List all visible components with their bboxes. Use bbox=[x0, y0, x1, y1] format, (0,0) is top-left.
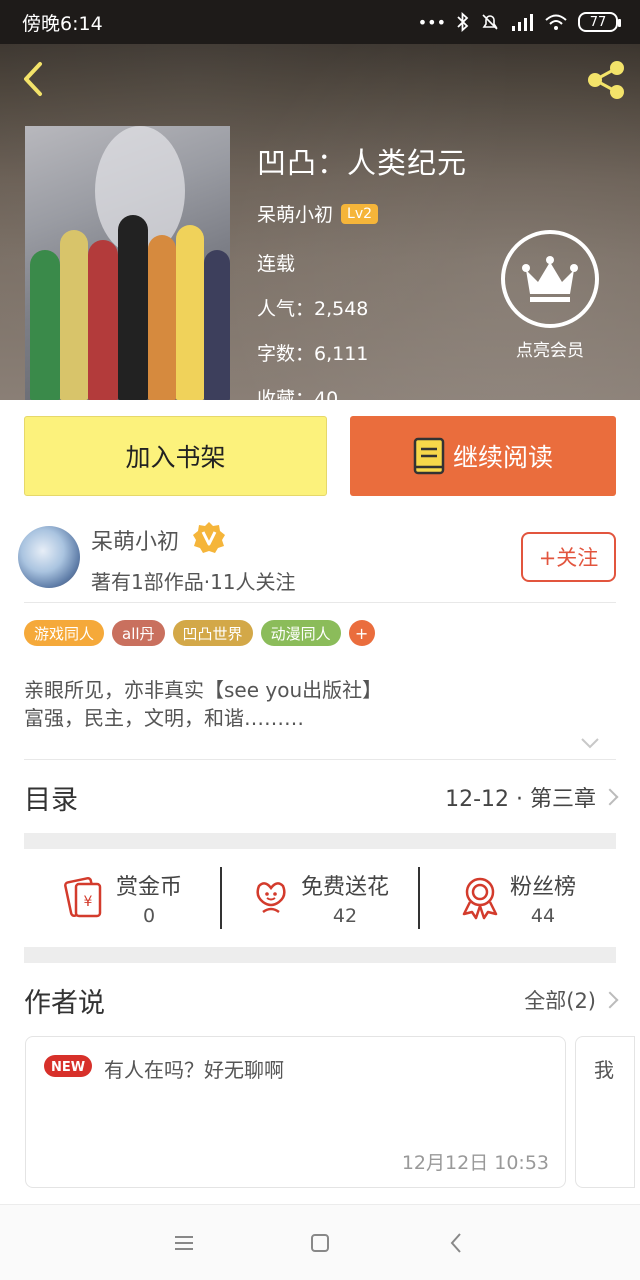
stat-label: 粉丝榜 bbox=[509, 875, 576, 900]
stat-value: 44 bbox=[530, 905, 556, 927]
book-info: 凹凸：人类纪元 呆萌小初 Lv2 连载 人气：2,548 字数：6,111 收藏… bbox=[257, 140, 467, 429]
book-popularity: 人气：2,548 bbox=[257, 298, 369, 320]
cover-art-figure bbox=[118, 215, 148, 400]
continue-reading-label: 继续阅读 bbox=[452, 443, 553, 472]
new-badge-text: NEW bbox=[51, 1060, 85, 1075]
medal-icon bbox=[462, 877, 498, 920]
chevron-down-icon bbox=[581, 738, 599, 749]
share-icon bbox=[588, 61, 624, 99]
home-button[interactable] bbox=[307, 1230, 333, 1256]
chevron-right-icon bbox=[601, 788, 619, 806]
mute-bell-icon bbox=[482, 14, 498, 30]
author-post-card[interactable]: 我 bbox=[575, 1036, 635, 1188]
divider bbox=[24, 602, 616, 603]
cover-art-figure bbox=[204, 250, 230, 400]
book-author[interactable]: 呆萌小初 bbox=[257, 200, 333, 227]
stat-value: 0 bbox=[142, 905, 156, 927]
free-flower-button[interactable]: 免费送花 42 bbox=[222, 850, 418, 946]
tag-item[interactable]: 游戏同人 bbox=[24, 620, 105, 646]
book-status: 连载 bbox=[257, 253, 296, 275]
expand-description-button[interactable] bbox=[578, 733, 602, 753]
view-all-label: 全部(2) bbox=[524, 989, 596, 1013]
catalog-row[interactable]: 目录 12-12 · 第三章 bbox=[24, 760, 619, 834]
battery-indicator: 77 bbox=[578, 12, 621, 32]
stat-label: 免费送花 bbox=[300, 875, 389, 900]
chevron-left-icon bbox=[24, 62, 42, 96]
book-author-row: 呆萌小初 Lv2 bbox=[257, 200, 467, 227]
red-envelope-icon: ¥ bbox=[64, 876, 102, 918]
section-separator bbox=[24, 947, 616, 963]
menu-button[interactable] bbox=[171, 1230, 197, 1256]
crown-icon bbox=[522, 256, 578, 302]
description-line: 亲眼所见，亦非真实【see you出版社】 bbox=[24, 678, 383, 702]
reward-coins-button[interactable]: ¥ 赏金币 0 bbox=[24, 850, 220, 946]
status-icons: ••• 77 bbox=[417, 12, 621, 32]
home-square-icon bbox=[311, 1233, 329, 1252]
tag-item[interactable]: 动漫同人 bbox=[260, 620, 341, 646]
cover-art-figure bbox=[176, 225, 204, 400]
book-description: 亲眼所见，亦非真实【see you出版社】 富强，民主，文明，和谐……… bbox=[24, 676, 614, 732]
author-name[interactable]: 呆萌小初 bbox=[91, 524, 179, 556]
bluetooth-icon bbox=[457, 12, 469, 32]
author-says-title: 作者说 bbox=[24, 987, 105, 1019]
stats-bar: ¥ 赏金币 0 免费送花 42 粉丝榜 44 bbox=[24, 850, 616, 946]
follow-button[interactable]: +关注 bbox=[521, 532, 616, 582]
signal-icon bbox=[512, 14, 533, 31]
post-time: 12月12日 10:53 bbox=[401, 1152, 549, 1174]
chevron-right-icon bbox=[601, 991, 619, 1009]
stat-label: 赏金币 bbox=[115, 875, 182, 900]
verified-badge-icon bbox=[193, 522, 225, 553]
cover-art-figure bbox=[88, 240, 118, 400]
avatar[interactable] bbox=[18, 526, 80, 588]
menu-icon bbox=[175, 1235, 193, 1250]
back-button[interactable] bbox=[18, 60, 48, 98]
author-says-header: 作者说 全部(2) bbox=[24, 968, 619, 1032]
svg-text:¥: ¥ bbox=[84, 894, 93, 910]
tag-item[interactable]: 凹凸世界 bbox=[172, 620, 253, 646]
stat-text: 赏金币 0 bbox=[116, 869, 182, 927]
post-text: 有人在吗？好无聊啊 bbox=[104, 1058, 284, 1082]
fan-ranking-button[interactable]: 粉丝榜 44 bbox=[420, 850, 616, 946]
tag-list: 游戏同人 all丹 凹凸世界 动漫同人 + bbox=[24, 620, 375, 646]
book-icon bbox=[413, 437, 445, 475]
level-badge: Lv2 bbox=[341, 203, 379, 224]
author-card[interactable]: 呆萌小初 著有1部作品·11人关注 +关注 bbox=[0, 516, 640, 602]
cover-art-figure bbox=[148, 235, 176, 400]
cover-art-figure bbox=[60, 230, 88, 400]
post-text: 我 bbox=[594, 1058, 614, 1082]
vip-circle bbox=[501, 230, 599, 328]
vip-label: 点亮会员 bbox=[516, 341, 584, 361]
view-all-posts-link[interactable]: 全部(2) bbox=[524, 985, 619, 1015]
stat-text: 免费送花 42 bbox=[301, 869, 389, 927]
system-nav-bar bbox=[0, 1204, 640, 1280]
latest-chapter: 12-12 · 第三章 bbox=[445, 787, 596, 812]
cover-art-figure bbox=[30, 250, 60, 400]
catalog-title: 目录 bbox=[24, 784, 78, 816]
book-cover[interactable] bbox=[25, 126, 230, 400]
vip-button[interactable]: 点亮会员 bbox=[500, 230, 600, 361]
wifi-icon bbox=[545, 14, 567, 30]
book-title: 凹凸：人类纪元 bbox=[257, 146, 468, 180]
share-button[interactable] bbox=[585, 60, 627, 100]
section-separator bbox=[24, 833, 616, 849]
more-dots-icon: ••• bbox=[417, 12, 446, 32]
back-arrow-icon bbox=[450, 1232, 461, 1253]
stat-text: 粉丝榜 44 bbox=[510, 869, 576, 927]
status-bar: 傍晚6:14 ••• 77 bbox=[0, 0, 640, 44]
author-post-card[interactable]: NEW 有人在吗？好无聊啊 12月12日 10:53 bbox=[25, 1036, 566, 1188]
book-word-count: 字数：6,111 bbox=[257, 343, 369, 365]
book-favorites: 收藏：40 bbox=[257, 388, 339, 410]
tag-item[interactable]: all丹 bbox=[112, 620, 165, 646]
author-meta: 著有1部作品·11人关注 bbox=[91, 570, 296, 594]
system-back-button[interactable] bbox=[443, 1230, 469, 1256]
new-badge-icon: NEW bbox=[44, 1055, 92, 1077]
stat-value: 42 bbox=[332, 905, 358, 927]
flower-icon bbox=[256, 882, 286, 914]
add-tag-button[interactable]: + bbox=[348, 620, 375, 646]
description-line: 富强，民主，文明，和谐……… bbox=[24, 706, 304, 730]
status-time: 傍晚6:14 bbox=[22, 12, 103, 35]
